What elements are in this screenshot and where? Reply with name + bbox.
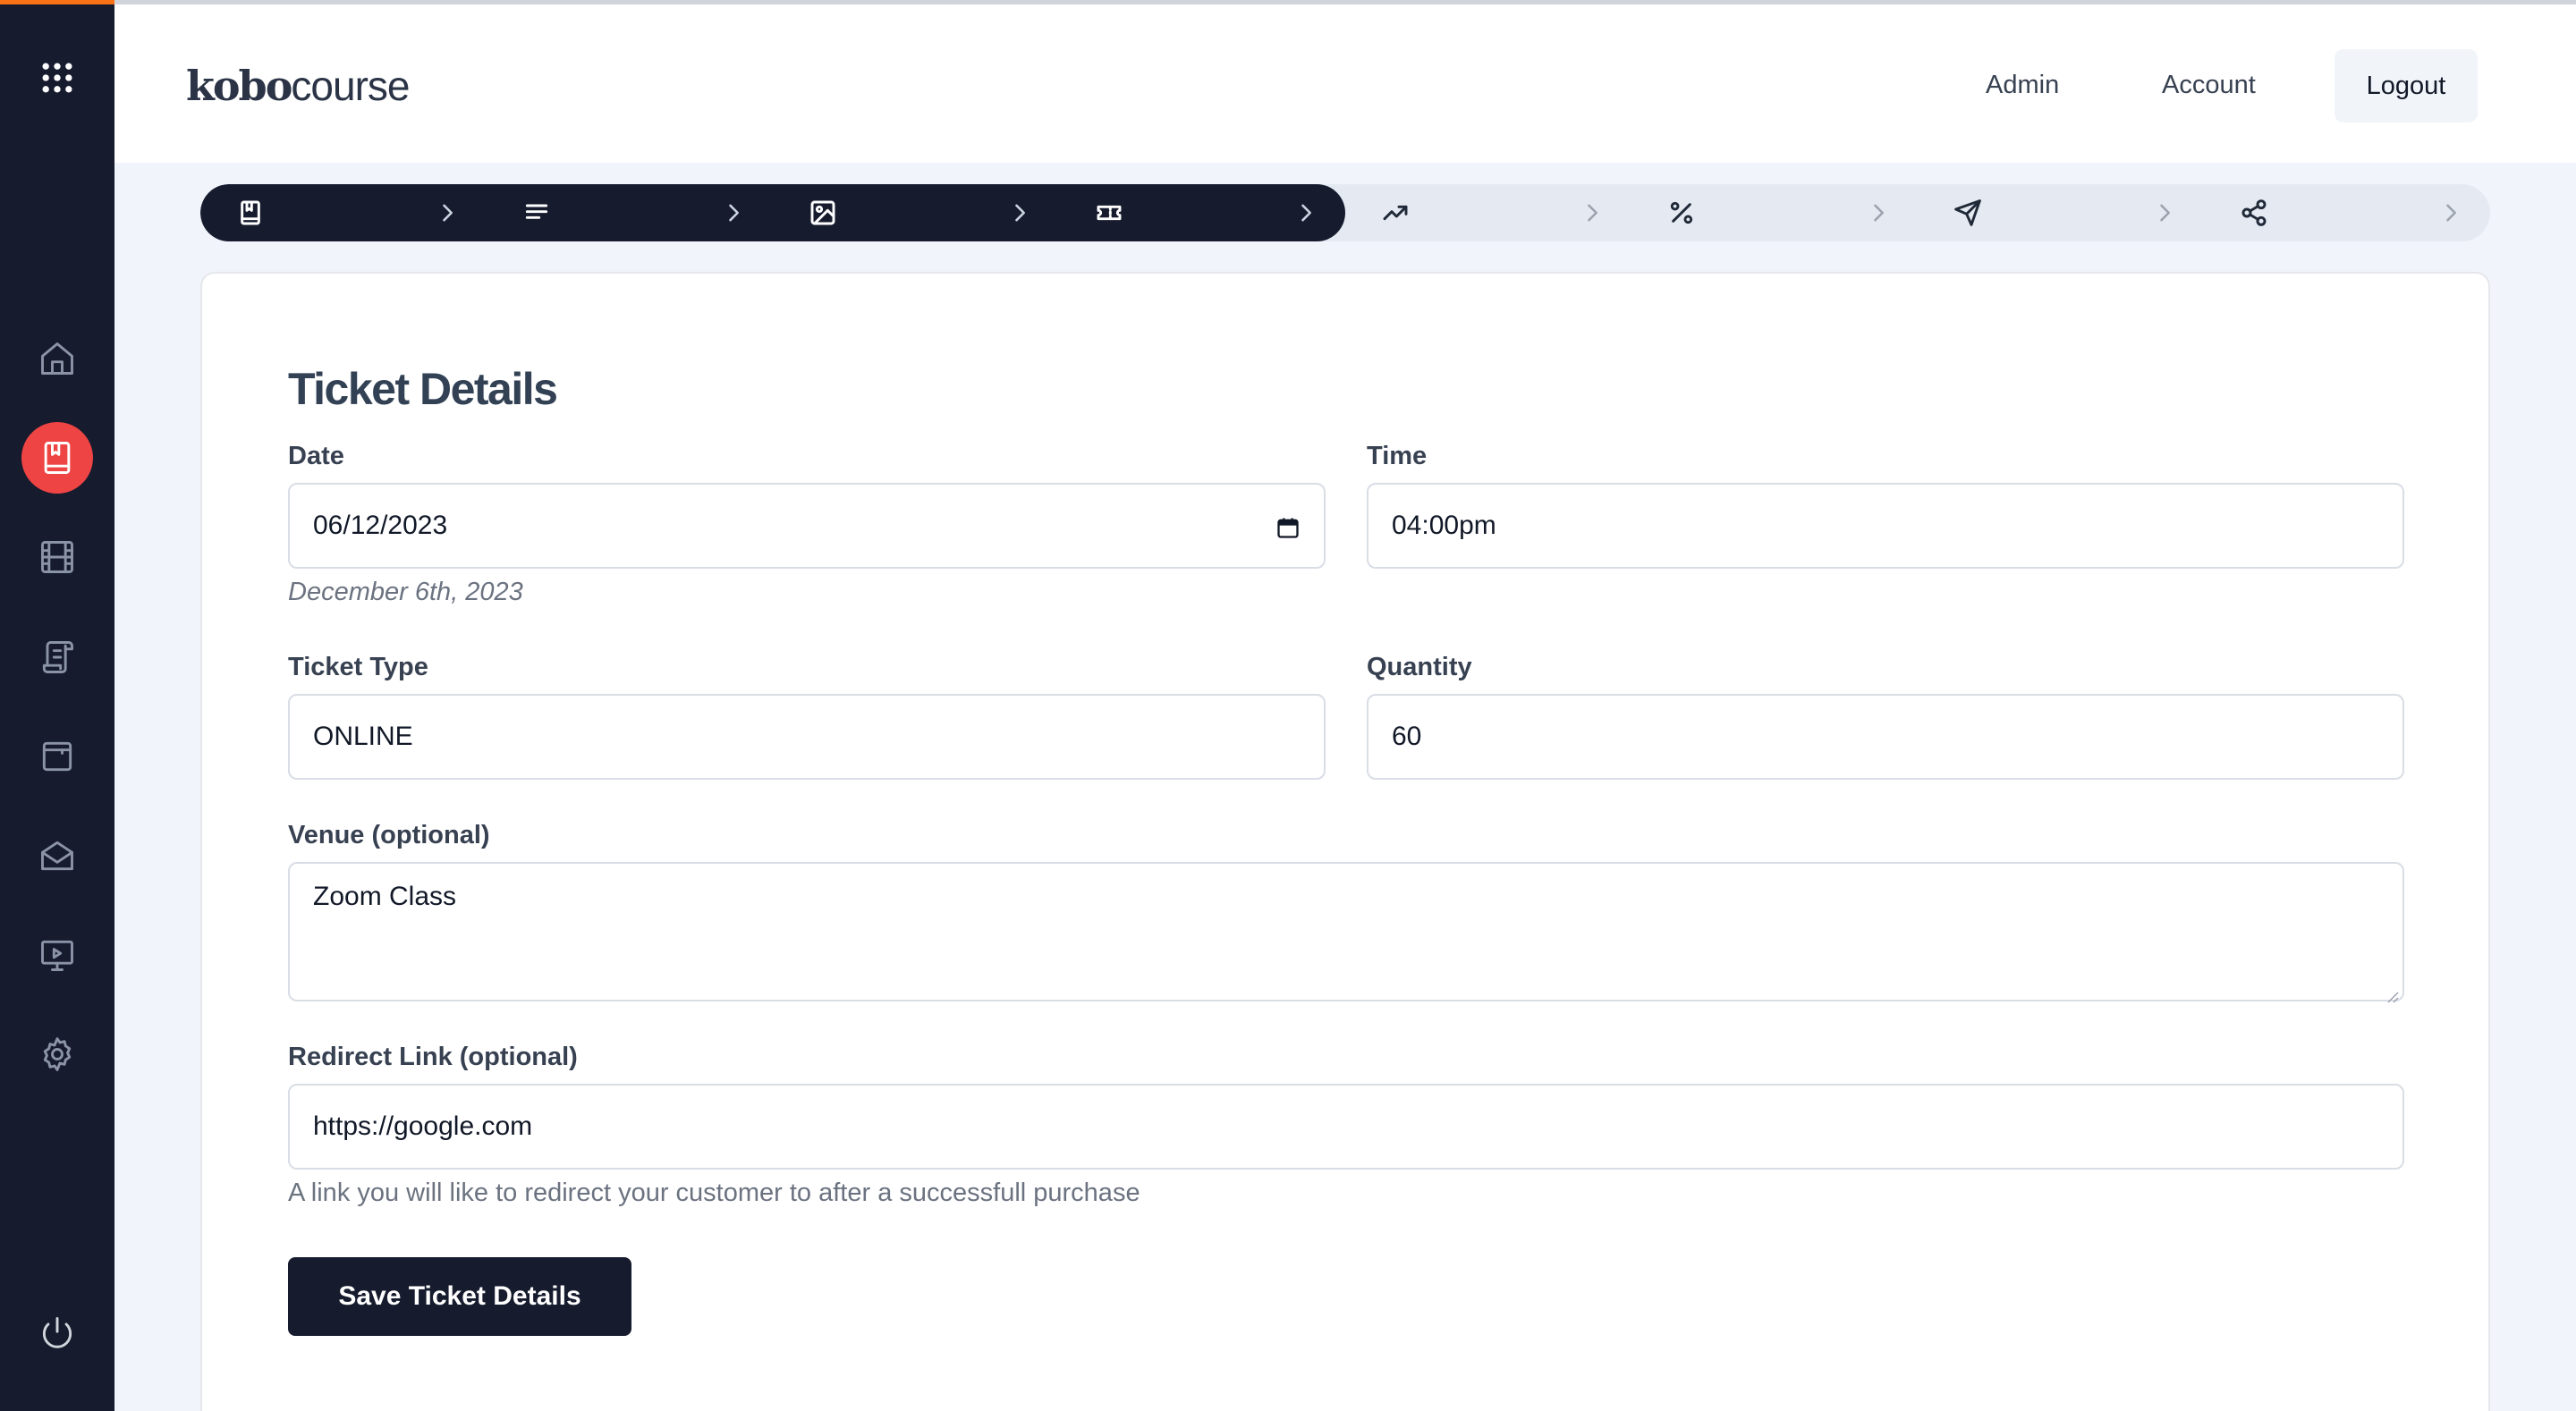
redirect-label: Redirect Link (optional) [288,1043,578,1071]
trending-up-icon [1381,199,1410,227]
redirect-hint: A link you will like to redirect your cu… [288,1179,1140,1207]
logout-button[interactable]: Logout [2334,49,2478,123]
venue-label: Venue (optional) [288,821,490,849]
quantity-value: 60 [1392,722,1422,751]
date-label: Date [288,442,344,470]
ticket-type-label: Ticket Type [288,653,428,681]
venue-value: Zoom Class [313,882,457,911]
admin-link[interactable]: Admin [1986,71,2059,100]
quantity-label: Quantity [1367,653,1472,681]
chevron-right-icon [1293,200,1318,225]
date-hint: December 6th, 2023 [288,578,523,606]
step-marketing[interactable] [1345,184,1631,241]
time-label: Time [1367,442,1428,470]
home-icon[interactable] [21,323,93,394]
ticket-type-value: ONLINE [313,722,413,751]
image-icon [809,199,837,227]
logo-bold-text: kobo [186,62,292,110]
scroll-icon[interactable] [21,621,93,693]
chevron-right-icon [435,200,460,225]
save-ticket-details-button[interactable]: Save Ticket Details [288,1257,631,1336]
ticket-details-card: Ticket Details Date 06/12/2023 December … [200,272,2490,1411]
venue-textarea[interactable]: Zoom Class [288,862,2404,1003]
wallet-icon[interactable] [21,721,93,792]
step-publish[interactable] [1918,184,2204,241]
time-field[interactable]: 04:00pm [1367,483,2404,569]
page-title: Ticket Details [288,364,558,414]
presentation-icon[interactable] [21,919,93,991]
ticket-icon [1095,199,1123,227]
step-discount[interactable] [1631,184,1918,241]
apps-grid-icon[interactable] [21,42,93,114]
step-description[interactable] [487,184,773,241]
logo-light-text: course [291,63,410,109]
app-logo[interactable]: kobocourse [186,62,410,110]
ticket-type-field[interactable]: ONLINE [288,694,1326,780]
share-icon [2240,199,2268,227]
power-icon[interactable] [21,1297,93,1369]
book-icon[interactable] [21,422,93,494]
percent-icon [1667,199,1696,227]
align-left-icon [522,199,551,227]
mail-icon[interactable] [21,820,93,891]
send-icon [1953,199,1982,227]
top-header: kobocourse Admin Account Logout [114,4,2576,163]
book-icon [236,199,265,227]
calendar-icon[interactable] [1275,515,1301,540]
date-value: 06/12/2023 [313,511,448,540]
redirect-link-field[interactable]: https://google.com [288,1084,2404,1170]
chevron-right-icon [1580,200,1605,225]
settings-icon[interactable] [21,1018,93,1090]
chevron-right-icon [2438,200,2463,225]
chevron-right-icon [721,200,746,225]
date-field[interactable]: 06/12/2023 [288,483,1326,569]
step-share[interactable] [2204,184,2490,241]
chevron-right-icon [2152,200,2177,225]
chevron-right-icon [1007,200,1032,225]
account-link[interactable]: Account [2162,71,2256,100]
step-book[interactable] [200,184,487,241]
progress-stepper [200,184,2490,241]
quantity-field[interactable]: 60 [1367,694,2404,780]
film-icon[interactable] [21,521,93,593]
redirect-link-value: https://google.com [313,1111,533,1141]
chevron-right-icon [1866,200,1891,225]
step-image[interactable] [773,184,1059,241]
time-value: 04:00pm [1392,511,1496,540]
step-ticket[interactable] [1059,184,1345,241]
sidebar [0,4,114,1411]
resize-handle-icon[interactable] [2383,980,2399,1003]
